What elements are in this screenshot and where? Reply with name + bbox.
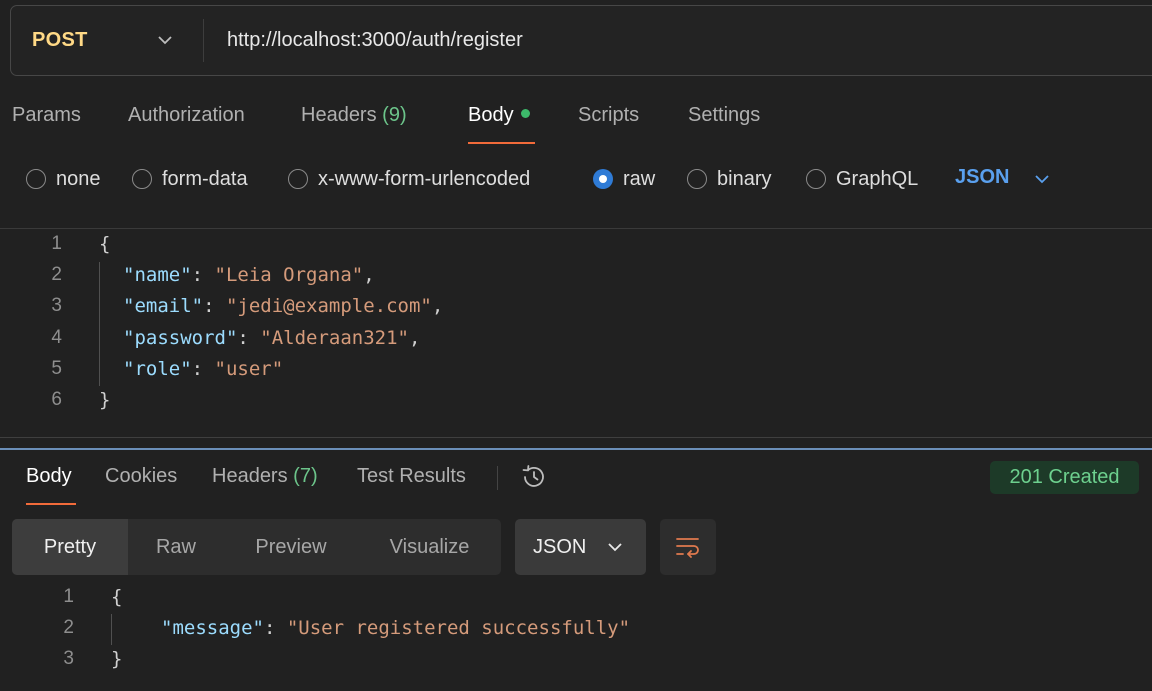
headers-count: (9): [382, 104, 407, 126]
url-input[interactable]: http://localhost:3000/auth/register: [227, 29, 523, 52]
radio-none[interactable]: none: [26, 166, 101, 192]
view-raw-button[interactable]: Raw: [128, 519, 224, 575]
radio-circle-checked: [593, 169, 613, 189]
view-pretty-button[interactable]: Pretty: [12, 519, 128, 575]
json-key: "role": [123, 358, 192, 380]
url-bar: POST http://localhost:3000/auth/register: [10, 5, 1152, 76]
tab-body-label: Body: [468, 104, 514, 126]
json-value: "Leia Organa": [214, 264, 364, 286]
status-badge: 201 Created: [990, 461, 1139, 494]
json-pair: "email": "jedi@example.com",: [123, 295, 444, 317]
radio-circle: [687, 169, 707, 189]
open-brace: {: [111, 586, 123, 608]
response-headers-count: (7): [293, 465, 318, 487]
radio-label: GraphQL: [836, 167, 919, 190]
json-comma: ,: [409, 327, 421, 349]
url-divider: [203, 19, 204, 62]
divider: [497, 466, 498, 490]
radio-label: binary: [717, 167, 772, 190]
line-number: 1: [63, 586, 74, 607]
response-tab-headers-label: Headers: [212, 465, 288, 487]
radio-label: none: [56, 167, 101, 190]
view-mode-toggle: Pretty Raw Preview Visualize: [12, 519, 501, 575]
wrap-lines-icon: [676, 538, 699, 558]
view-preview-button[interactable]: Preview: [224, 519, 358, 575]
format-label: JSON: [533, 536, 587, 558]
radio-label: x-www-form-urlencoded: [318, 167, 531, 190]
radio-label: raw: [623, 167, 656, 190]
line-number: 3: [51, 295, 62, 316]
tab-scripts[interactable]: Scripts: [578, 104, 639, 127]
open-brace: {: [99, 233, 111, 255]
chevron-down-icon[interactable]: [156, 31, 174, 49]
response-tab-body[interactable]: Body: [26, 465, 72, 488]
radio-form-data[interactable]: form-data: [132, 166, 248, 192]
line-number: 4: [51, 327, 62, 348]
json-pair: "role": "user": [123, 358, 284, 380]
tab-settings[interactable]: Settings: [688, 104, 760, 127]
json-key: "password": [123, 327, 238, 349]
radio-graphql[interactable]: GraphQL: [806, 166, 918, 192]
radio-circle: [26, 169, 46, 189]
response-tab-test-results[interactable]: Test Results: [357, 465, 466, 488]
chevron-down-icon: [608, 543, 622, 552]
close-brace: }: [111, 648, 123, 670]
divider: [0, 437, 1152, 438]
radio-raw[interactable]: raw: [593, 166, 655, 192]
radio-binary[interactable]: binary: [687, 166, 771, 192]
json-value: "user": [214, 358, 284, 380]
history-icon[interactable]: [519, 462, 549, 492]
tab-params[interactable]: Params: [12, 104, 81, 127]
tab-authorization[interactable]: Authorization: [128, 104, 245, 127]
pane-resize-handle[interactable]: [0, 448, 1152, 450]
language-select[interactable]: JSON: [955, 166, 1009, 189]
view-visualize-button[interactable]: Visualize: [358, 519, 501, 575]
divider: [0, 228, 1152, 229]
json-comma: ,: [363, 264, 375, 286]
json-pair: "message": "User registered successfully…: [161, 617, 631, 639]
json-value: "Alderaan321": [260, 327, 409, 349]
line-number: 2: [63, 617, 74, 638]
tab-body[interactable]: Body: [468, 104, 530, 127]
json-pair: "name": "Leia Organa",: [123, 264, 375, 286]
radio-urlencoded[interactable]: x-www-form-urlencoded: [288, 166, 530, 192]
line-number: 1: [51, 233, 62, 254]
wrap-lines-button[interactable]: [660, 519, 716, 575]
tab-headers-label: Headers: [301, 104, 377, 126]
radio-circle: [132, 169, 152, 189]
response-tab-headers[interactable]: Headers (7): [212, 465, 318, 488]
chevron-down-icon[interactable]: [1033, 170, 1051, 188]
tab-headers[interactable]: Headers (9): [301, 104, 407, 127]
line-number: 5: [51, 358, 62, 379]
response-format-select[interactable]: JSON: [515, 519, 646, 575]
method-select[interactable]: POST: [32, 29, 88, 52]
json-comma: ,: [431, 295, 444, 317]
active-tab-underline: [26, 503, 76, 505]
json-value: "User registered successfully": [286, 617, 631, 639]
radio-circle: [806, 169, 826, 189]
indent-guide: [99, 262, 100, 386]
json-value: "jedi@example.com": [225, 295, 432, 317]
radio-circle: [288, 169, 308, 189]
line-number: 3: [63, 648, 74, 669]
radio-label: form-data: [162, 167, 248, 190]
line-number: 6: [51, 389, 62, 410]
active-tab-underline: [468, 142, 535, 144]
close-brace: }: [99, 389, 111, 411]
json-key: "message": [161, 617, 264, 639]
json-key: "name": [123, 264, 192, 286]
response-tab-cookies[interactable]: Cookies: [105, 465, 177, 488]
indent-guide: [111, 614, 112, 645]
json-pair: "password": "Alderaan321",: [123, 327, 421, 349]
body-indicator-dot: [520, 109, 530, 118]
json-key: "email": [123, 295, 204, 317]
line-number: 2: [51, 264, 62, 285]
